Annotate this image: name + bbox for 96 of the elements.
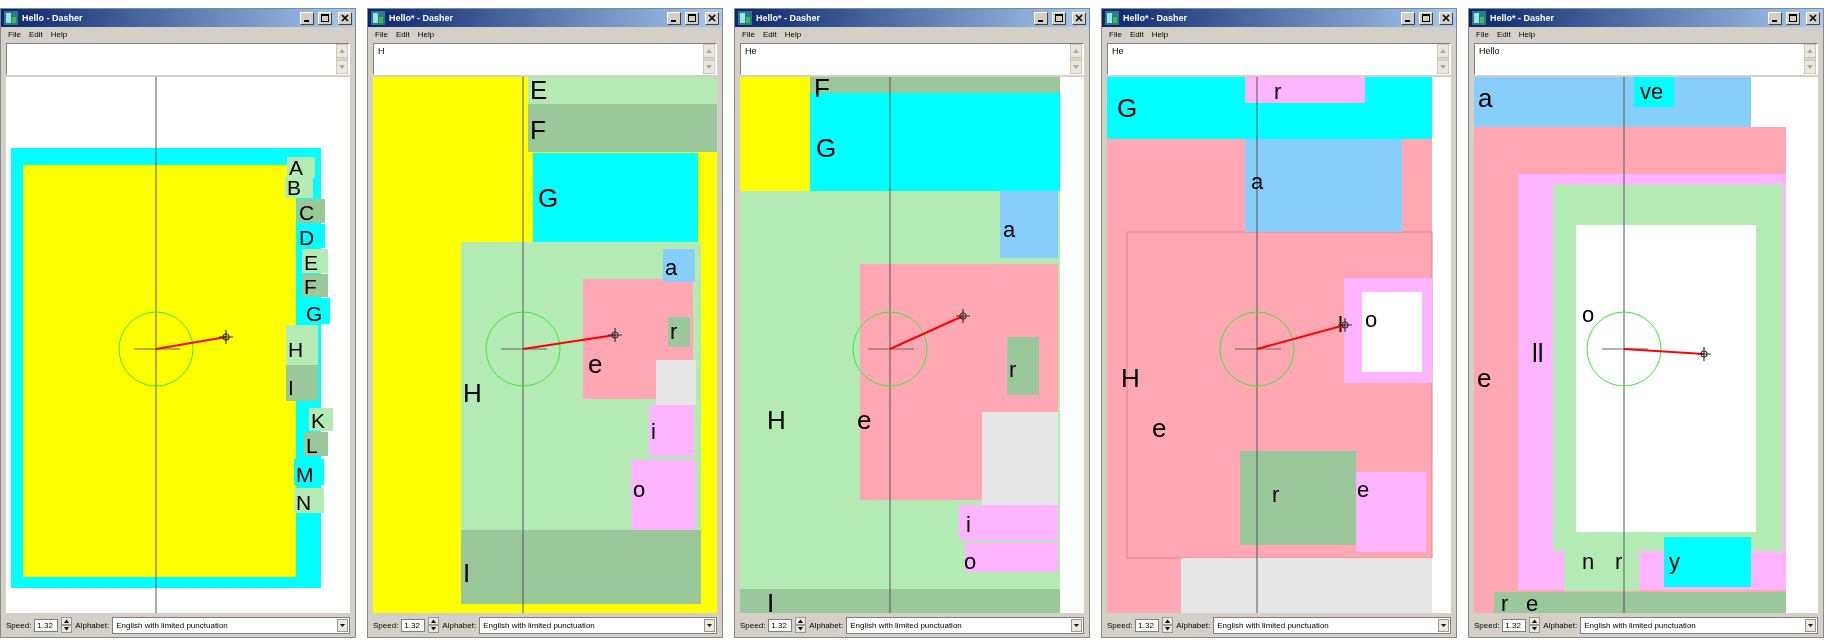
menu-item[interactable]: Edit bbox=[28, 29, 43, 39]
speed-label: Speed: bbox=[1474, 620, 1500, 630]
node-letter: ve bbox=[1640, 79, 1664, 104]
speed-label: Speed: bbox=[740, 620, 766, 630]
menu-item[interactable]: Edit bbox=[395, 29, 410, 39]
node-letter: H bbox=[463, 378, 482, 408]
speed-field[interactable]: 1.32 bbox=[401, 618, 426, 632]
speed-label: Speed: bbox=[1107, 620, 1133, 630]
node-letter: e bbox=[1357, 477, 1370, 502]
speed-field[interactable]: 1.32 bbox=[1135, 618, 1160, 632]
node-letter: i bbox=[966, 512, 971, 537]
alphabet-label: Alphabet: bbox=[75, 620, 110, 630]
node-letter: H bbox=[767, 405, 786, 435]
node-letter: n bbox=[1582, 549, 1595, 574]
node-letter: i bbox=[651, 419, 656, 444]
menu-item[interactable]: File bbox=[742, 29, 755, 39]
alphabet-dropdown[interactable]: English with limited punctuation bbox=[1580, 616, 1818, 634]
node-letter: e bbox=[1526, 591, 1539, 613]
node-letter: o bbox=[1582, 302, 1595, 327]
node-letter: A bbox=[289, 156, 303, 179]
alphabet-label: Alphabet: bbox=[1543, 620, 1578, 630]
node-letter: F bbox=[304, 275, 317, 298]
speed-field[interactable]: 1.32 bbox=[34, 618, 59, 632]
menu-item[interactable]: Help bbox=[784, 29, 802, 39]
node-letter: B bbox=[287, 176, 301, 199]
node-letter: G bbox=[306, 302, 323, 325]
window-title: Hello - Dasher bbox=[22, 13, 83, 23]
speed-field[interactable]: 1.32 bbox=[1502, 618, 1527, 632]
menu-item[interactable]: Edit bbox=[1129, 29, 1144, 39]
text-field[interactable]: H bbox=[373, 43, 717, 75]
node-letter: F bbox=[530, 115, 546, 145]
node-letter: r bbox=[1615, 549, 1623, 574]
window-title: Hello* - Dasher bbox=[389, 13, 454, 23]
node-letter: a bbox=[1003, 217, 1016, 242]
node-letter: H bbox=[1121, 363, 1140, 393]
node-letter: e bbox=[1477, 363, 1492, 393]
node-letter: I bbox=[463, 558, 471, 588]
node-letter: C bbox=[299, 201, 315, 224]
alphabet-label: Alphabet: bbox=[809, 620, 844, 630]
node-letter: L bbox=[306, 434, 318, 457]
node-letter: a bbox=[1478, 83, 1493, 113]
node-letter: G bbox=[1117, 93, 1138, 123]
node-letter: e bbox=[1152, 413, 1167, 443]
node-letter: E bbox=[304, 251, 318, 274]
node-letter: r bbox=[670, 319, 678, 344]
window-title: Hello* - Dasher bbox=[756, 13, 821, 23]
window-title: Hello* - Dasher bbox=[1490, 13, 1555, 23]
node-letter: ll bbox=[1532, 338, 1544, 368]
node-letter: I bbox=[288, 376, 294, 399]
node-letter: K bbox=[311, 409, 325, 432]
node-letter: e bbox=[857, 405, 872, 435]
window-title: Hello* - Dasher bbox=[1123, 13, 1188, 23]
menu-item[interactable]: File bbox=[8, 29, 21, 39]
node-letter: G bbox=[816, 133, 837, 163]
menu-item[interactable]: Edit bbox=[762, 29, 777, 39]
node-letter: a bbox=[665, 255, 678, 280]
node-letter: r bbox=[1272, 482, 1280, 507]
alphabet-dropdown[interactable]: English with limited punctuation bbox=[1213, 616, 1451, 634]
text-field[interactable]: Hello bbox=[1474, 43, 1818, 75]
speed-label: Speed: bbox=[373, 620, 399, 630]
node-letter: G bbox=[538, 183, 559, 213]
node-letter: N bbox=[296, 491, 312, 514]
dasher-canvas[interactable]: E F G H e a r i o I bbox=[373, 77, 717, 613]
menu-item[interactable]: Help bbox=[50, 29, 68, 39]
node-letter: E bbox=[530, 77, 548, 105]
alphabet-dropdown[interactable]: English with limited punctuation bbox=[479, 616, 717, 634]
node-letter: o bbox=[633, 477, 646, 502]
menu-item[interactable]: Help bbox=[1151, 29, 1169, 39]
alphabet-label: Alphabet: bbox=[442, 620, 477, 630]
dasher-canvas[interactable]: a e ll o n r y r e ve bbox=[1474, 77, 1818, 613]
node-letter: r bbox=[1009, 357, 1017, 382]
speed-label: Speed: bbox=[6, 620, 32, 630]
node-letter: M bbox=[296, 463, 314, 486]
text-field[interactable]: He bbox=[1107, 43, 1451, 75]
node-letter: a bbox=[1251, 169, 1264, 194]
node-letter: r bbox=[1501, 591, 1509, 613]
menu-item[interactable]: File bbox=[1476, 29, 1489, 39]
alphabet-dropdown[interactable]: English with limited punctuation bbox=[846, 616, 1084, 634]
text-field[interactable]: He bbox=[740, 43, 1084, 75]
node-letter: o bbox=[964, 549, 977, 574]
alphabet-label: Alphabet: bbox=[1176, 620, 1211, 630]
node-letter: e bbox=[588, 349, 603, 379]
node-letter: r bbox=[1274, 79, 1282, 104]
menu-item[interactable]: Edit bbox=[1496, 29, 1511, 39]
menu-item[interactable]: File bbox=[375, 29, 388, 39]
node-letter: o bbox=[1365, 307, 1378, 332]
menu-item[interactable]: Help bbox=[1518, 29, 1536, 39]
menu-item[interactable]: File bbox=[1109, 29, 1122, 39]
alphabet-dropdown[interactable]: English with limited punctuation bbox=[112, 616, 350, 634]
menu-item[interactable]: Help bbox=[417, 29, 435, 39]
speed-field[interactable]: 1.32 bbox=[768, 618, 793, 632]
node-letter: y bbox=[1669, 549, 1680, 574]
node-letter: D bbox=[299, 226, 315, 249]
node-letter: H bbox=[288, 338, 304, 361]
dasher-canvas[interactable]: A B C D E F G H I K L M N bbox=[6, 77, 350, 613]
node-letter: I bbox=[767, 588, 775, 613]
